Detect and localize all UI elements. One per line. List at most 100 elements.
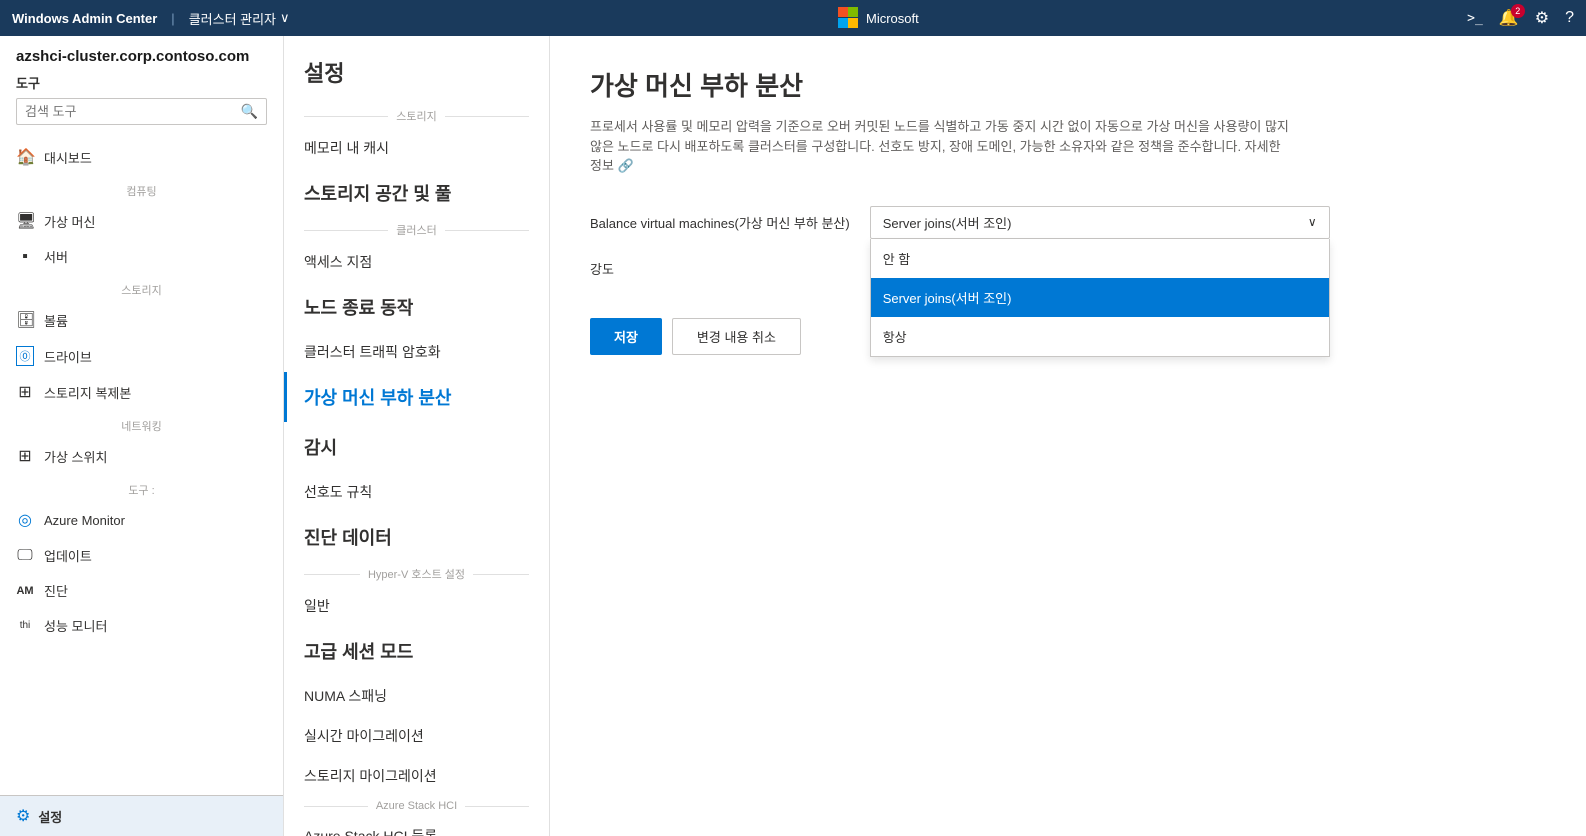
section-azure-divider: Azure Stack HCI: [284, 796, 549, 816]
settings-icon[interactable]: ⚙: [1535, 8, 1549, 28]
cluster-name: azshci-cluster.corp.contoso.com: [16, 48, 267, 65]
nav-group-storage: 스토리지: [0, 274, 283, 302]
more-info-link[interactable]: 🔗: [618, 158, 634, 173]
sidebar-item-dashboard[interactable]: 🏠 대시보드: [0, 139, 283, 175]
settings-monitoring[interactable]: 감시: [284, 422, 549, 472]
settings-diagnostics[interactable]: 진단 데이터: [284, 512, 549, 562]
sidebar-item-server[interactable]: ▪ 서버: [0, 239, 283, 274]
sidebar-item-label: 업데이트: [44, 546, 92, 565]
settings-label: 설정: [38, 807, 62, 826]
sidebar-item-label: 드라이브: [44, 347, 92, 366]
search-box[interactable]: 🔍: [16, 98, 267, 125]
sidebar-item-label: 가상 스위치: [44, 447, 107, 466]
sidebar-item-label: 가상 머신: [44, 212, 95, 231]
strength-label: 강도: [590, 259, 810, 278]
sidebar-item-vswitch[interactable]: ⊞ 가상 스위치: [0, 438, 283, 474]
storage-replica-icon: ⊞: [16, 382, 34, 402]
settings-cluster-traffic[interactable]: 클러스터 트래픽 암호화: [284, 332, 549, 372]
settings-azure-hci[interactable]: Azure Stack HCI 등록: [284, 816, 549, 836]
settings-storage-spaces[interactable]: 스토리지 공간 및 풀: [284, 168, 549, 218]
notifications-icon[interactable]: 🔔 2: [1499, 8, 1519, 28]
server-icon: ▪: [16, 248, 34, 266]
nav-group-computing: 컴퓨팅: [0, 175, 283, 203]
section-storage-divider: 스토리지: [284, 104, 549, 128]
page-description: 프로세서 사용률 및 메모리 압력을 기준으로 오버 커밋된 노드를 식별하고 …: [590, 117, 1290, 176]
settings-node-shutdown[interactable]: 노드 종료 동작: [284, 282, 549, 332]
sidebar-item-storage-replica[interactable]: ⊞ 스토리지 복제본: [0, 374, 283, 410]
balance-form-row: Balance virtual machines(가상 머신 부하 분산) Se…: [590, 206, 1546, 239]
settings-access-point[interactable]: 액세스 지점: [284, 242, 549, 282]
sidebar-item-label: 스토리지 복제본: [44, 383, 131, 402]
settings-general[interactable]: 일반: [284, 586, 549, 626]
drives-icon: ⓪: [16, 346, 34, 366]
perf-monitor-icon: thi: [16, 620, 34, 631]
settings-enhanced-session[interactable]: 고급 세션 모드: [284, 626, 549, 676]
dropdown-option-server-joins[interactable]: Server joins(서버 조인): [871, 278, 1329, 317]
home-icon: 🏠: [16, 147, 34, 167]
dropdown-option-always[interactable]: 항상: [871, 317, 1329, 356]
sidebar-item-diagnostics[interactable]: AM 진단: [0, 573, 283, 608]
settings-memory-cache[interactable]: 메모리 내 캐시: [284, 128, 549, 168]
sidebar-item-label: 대시보드: [44, 148, 92, 167]
topbar-center: Microsoft: [298, 7, 1460, 29]
sidebar-item-perf-monitor[interactable]: thi 성능 모니터: [0, 608, 283, 643]
azure-monitor-icon: ◎: [16, 510, 34, 530]
sidebar: azshci-cluster.corp.contoso.com 도구 🔍 🏠 대…: [0, 36, 284, 836]
settings-live-migration[interactable]: 실시간 마이그레이션: [284, 716, 549, 756]
settings-panel: 설정 스토리지 메모리 내 캐시 스토리지 공간 및 풀 클러스터 액세스 지점…: [284, 36, 550, 836]
chevron-down-icon: ∨: [1308, 215, 1317, 229]
sidebar-item-azure-monitor[interactable]: ◎ Azure Monitor: [0, 502, 283, 538]
microsoft-logo: [838, 7, 860, 29]
settings-affinity[interactable]: 선호도 규칙: [284, 472, 549, 512]
balance-selected-value: Server joins(서버 조인): [883, 213, 1012, 232]
settings-vm-load-balance[interactable]: 가상 머신 부하 분산: [284, 372, 549, 422]
settings-gear-icon: ⚙: [16, 806, 30, 826]
sidebar-item-label: Azure Monitor: [44, 513, 125, 528]
sidebar-item-label: 성능 모니터: [44, 616, 107, 635]
volumes-icon: 🗄: [16, 310, 34, 330]
sidebar-nav: 🏠 대시보드 컴퓨팅 🖥 가상 머신 ▪ 서버 스토리지 🗄 볼륨 ⓪ 드라이브…: [0, 139, 283, 836]
terminal-icon[interactable]: >_: [1467, 11, 1483, 26]
dropdown-option-none[interactable]: 안 함: [871, 239, 1329, 278]
section-cluster-divider: 클러스터: [284, 218, 549, 242]
balance-dropdown[interactable]: Server joins(서버 조인) ∨: [870, 206, 1330, 239]
sidebar-header: azshci-cluster.corp.contoso.com 도구 🔍: [0, 36, 283, 139]
topbar-divider: |: [171, 11, 174, 26]
balance-dropdown-menu: 안 함 Server joins(서버 조인) 항상: [870, 239, 1330, 357]
microsoft-label: Microsoft: [866, 11, 919, 26]
sidebar-item-drives[interactable]: ⓪ 드라이브: [0, 338, 283, 374]
balance-label: Balance virtual machines(가상 머신 부하 분산): [590, 213, 850, 232]
balance-dropdown-container: Server joins(서버 조인) ∨ 안 함 Server joins(서…: [870, 206, 1330, 239]
nav-group-tools: 도구 :: [0, 474, 283, 502]
tools-label: 도구: [16, 73, 267, 92]
sidebar-item-label: 볼륨: [44, 311, 68, 330]
cancel-button[interactable]: 변경 내용 취소: [672, 318, 801, 355]
diagnostics-icon: AM: [16, 585, 34, 597]
sidebar-item-label: 서버: [44, 247, 68, 266]
topbar-icons: >_ 🔔 2 ⚙ ?: [1467, 8, 1574, 28]
page-title: 가상 머신 부하 분산: [590, 66, 1546, 103]
search-icon: 🔍: [241, 103, 258, 120]
help-icon[interactable]: ?: [1565, 9, 1574, 27]
chevron-down-icon: ∨: [280, 10, 290, 26]
sidebar-settings-bottom[interactable]: ⚙ 설정: [0, 795, 284, 836]
mode-label[interactable]: 클러스터 관리자 ∨: [189, 9, 290, 28]
settings-title: 설정: [284, 36, 549, 104]
main-content: 가상 머신 부하 분산 프로세서 사용률 및 메모리 압력을 기준으로 오버 커…: [550, 36, 1586, 836]
section-hyperv-divider: Hyper-V 호스트 설정: [284, 562, 549, 586]
settings-numa[interactable]: NUMA 스패닝: [284, 676, 549, 716]
vswitch-icon: ⊞: [16, 446, 34, 466]
sidebar-item-volumes[interactable]: 🗄 볼륨: [0, 302, 283, 338]
nav-group-network: 네트워킹: [0, 410, 283, 438]
vm-icon: 🖥: [16, 211, 34, 231]
settings-storage-migration[interactable]: 스토리지 마이그레이션: [284, 756, 549, 796]
search-input[interactable]: [25, 104, 235, 119]
sidebar-item-label: 진단: [44, 581, 68, 600]
notification-badge: 2: [1511, 4, 1525, 18]
sidebar-item-vm[interactable]: 🖥 가상 머신: [0, 203, 283, 239]
app-title: Windows Admin Center: [12, 11, 157, 26]
sidebar-item-updates[interactable]: 🖵 업데이트: [0, 538, 283, 573]
updates-icon: 🖵: [16, 547, 34, 565]
topbar: Windows Admin Center | 클러스터 관리자 ∨ Micros…: [0, 0, 1586, 36]
save-button[interactable]: 저장: [590, 318, 662, 355]
